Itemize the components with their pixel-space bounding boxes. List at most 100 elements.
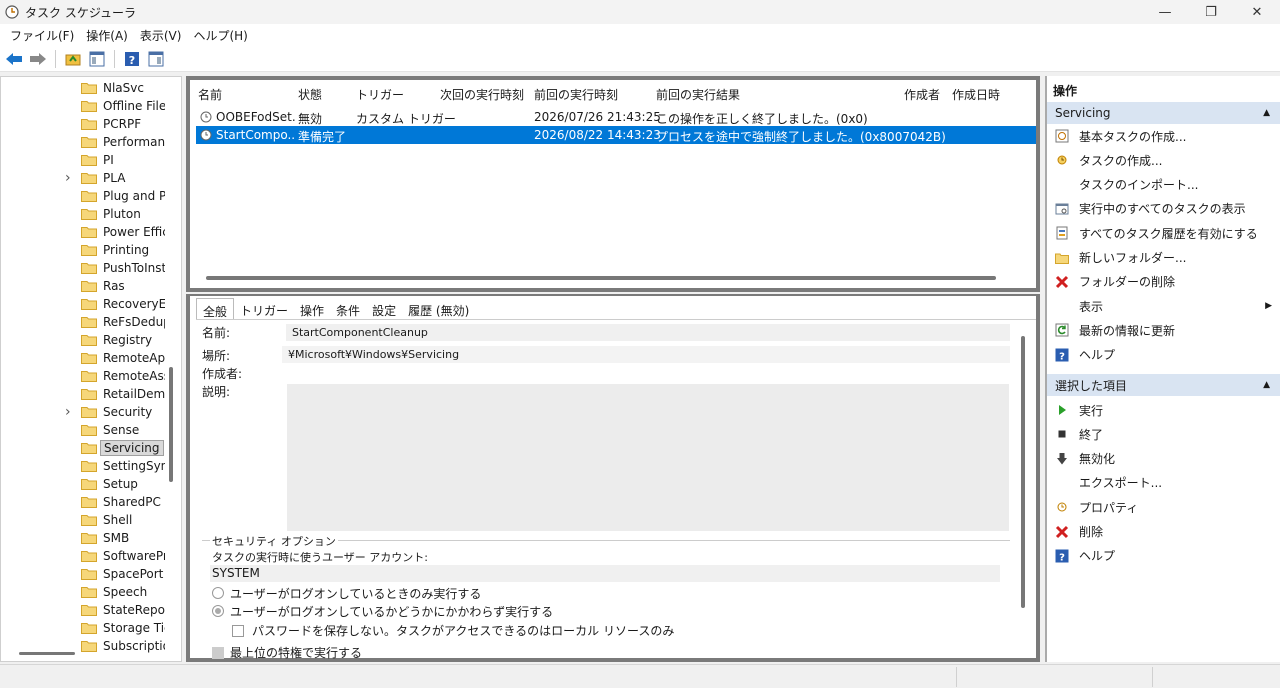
collapse-arrow-icon[interactable]: ▲ bbox=[1263, 108, 1270, 118]
tree-item[interactable]: Ras bbox=[1, 277, 173, 295]
action-item[interactable]: エクスポート... bbox=[1047, 472, 1280, 494]
tree-item-label: RecoveryEn bbox=[103, 297, 165, 311]
tree-item[interactable]: PushToInsta bbox=[1, 259, 173, 277]
tree-item[interactable]: RemoteAssi bbox=[1, 367, 173, 385]
action-item[interactable]: プロパティ bbox=[1047, 496, 1280, 518]
checkbox-no-password[interactable] bbox=[232, 625, 244, 637]
menu-view[interactable]: 表示(V) bbox=[134, 27, 188, 44]
menu-file[interactable]: ファイル(F) bbox=[4, 27, 80, 44]
back-arrow-icon[interactable] bbox=[4, 49, 24, 69]
tree-item[interactable]: Setup bbox=[1, 475, 173, 493]
tree-item[interactable]: ReFsDedup bbox=[1, 313, 173, 331]
col-last-result[interactable]: 前回の実行結果 bbox=[656, 86, 740, 103]
col-name[interactable]: 名前 bbox=[198, 86, 222, 103]
description-box[interactable] bbox=[287, 384, 1009, 531]
col-author[interactable]: 作成者 bbox=[904, 86, 940, 103]
action-item[interactable]: 実行中のすべてのタスクの表示 bbox=[1047, 198, 1280, 220]
tree-item[interactable]: SoftwarePro bbox=[1, 547, 173, 565]
folder-icon bbox=[81, 299, 97, 310]
tab-conditions[interactable]: 条件 bbox=[330, 298, 366, 320]
location-value[interactable]: ¥Microsoft¥Windows¥Servicing bbox=[282, 346, 1010, 363]
action-item[interactable]: フォルダーの削除 bbox=[1047, 271, 1280, 293]
tree-item[interactable]: PCRPF bbox=[1, 115, 173, 133]
menu-action[interactable]: 操作(A) bbox=[80, 27, 134, 44]
menu-help[interactable]: ヘルプ(H) bbox=[187, 27, 253, 44]
tree-item[interactable]: › Security bbox=[1, 403, 173, 421]
forward-arrow-icon[interactable] bbox=[28, 49, 48, 69]
tab-actions[interactable]: 操作 bbox=[294, 298, 330, 320]
action-item[interactable]: ? ヘルプ bbox=[1047, 545, 1280, 567]
action-item[interactable]: 終了 bbox=[1047, 423, 1280, 445]
col-status[interactable]: 状態 bbox=[298, 86, 322, 103]
action-item[interactable]: 実行 bbox=[1047, 399, 1280, 421]
section-title: 選択した項目 bbox=[1055, 378, 1128, 393]
action-item[interactable]: タスクの作成... bbox=[1047, 149, 1280, 171]
action-item[interactable]: タスクのインポート... bbox=[1047, 174, 1280, 196]
tree-item[interactable]: SharedPC bbox=[1, 493, 173, 511]
col-next-run[interactable]: 次回の実行時刻 bbox=[440, 86, 524, 103]
help-icon[interactable]: ? bbox=[122, 49, 142, 69]
radio-whether-logged-on[interactable] bbox=[212, 605, 224, 617]
tree-item[interactable]: SpacePort bbox=[1, 565, 173, 583]
tree-item[interactable]: Offline Files bbox=[1, 97, 173, 115]
tab-settings[interactable]: 設定 bbox=[366, 298, 402, 320]
minimize-button[interactable]: — bbox=[1142, 0, 1188, 24]
folder-up-icon[interactable] bbox=[63, 49, 83, 69]
restore-button[interactable]: ❐ bbox=[1188, 0, 1234, 24]
tree-item[interactable]: PI bbox=[1, 151, 173, 169]
tree-item[interactable]: Printing bbox=[1, 241, 173, 259]
checkbox-highest-privileges[interactable] bbox=[212, 647, 224, 659]
vertical-scrollbar[interactable] bbox=[169, 367, 173, 482]
tree-item[interactable]: Performanc bbox=[1, 133, 173, 151]
tree-item[interactable]: RemoteApp bbox=[1, 349, 173, 367]
tree-item[interactable]: Storage Tier bbox=[1, 619, 173, 637]
tab-triggers[interactable]: トリガー bbox=[234, 298, 294, 320]
tree-item[interactable]: › PLA bbox=[1, 169, 173, 187]
col-created[interactable]: 作成日時 bbox=[952, 86, 1000, 103]
tree-item[interactable]: StateReposi bbox=[1, 601, 173, 619]
action-item[interactable]: 表示 ▶ bbox=[1047, 295, 1280, 317]
tree-item[interactable]: Sense bbox=[1, 421, 173, 439]
tree-item[interactable]: Pluton bbox=[1, 205, 173, 223]
action-item[interactable]: ? ヘルプ bbox=[1047, 344, 1280, 366]
action-item[interactable]: 削除 bbox=[1047, 521, 1280, 543]
actions-section-selected-item[interactable]: 選択した項目 ▲ bbox=[1047, 374, 1280, 396]
horizontal-scrollbar[interactable] bbox=[19, 652, 75, 655]
close-button[interactable]: ✕ bbox=[1234, 0, 1280, 24]
tree-item[interactable]: Registry bbox=[1, 331, 173, 349]
horizontal-scrollbar[interactable] bbox=[206, 276, 996, 280]
tree-item[interactable]: NlaSvc bbox=[1, 79, 173, 97]
tree-item[interactable]: Shell bbox=[1, 511, 173, 529]
table-row[interactable]: StartCompo... 準備完了 2026/08/22 14:43:23 プ… bbox=[196, 126, 1036, 144]
collapse-arrow-icon[interactable]: ▲ bbox=[1263, 380, 1270, 390]
tree-item[interactable]: Servicing bbox=[1, 439, 173, 457]
tree-item[interactable]: RetailDemo bbox=[1, 385, 173, 403]
security-options-title: セキュリティ オプション bbox=[210, 533, 338, 549]
tree-item[interactable]: RecoveryEn bbox=[1, 295, 173, 313]
actions-section-servicing[interactable]: Servicing ▲ bbox=[1047, 102, 1280, 124]
history-icon bbox=[1055, 226, 1069, 240]
action-item[interactable]: 無効化 bbox=[1047, 448, 1280, 470]
action-item[interactable]: 最新の情報に更新 bbox=[1047, 319, 1280, 341]
show-hide-action-icon[interactable] bbox=[146, 49, 166, 69]
tree-item[interactable]: Plug and Pla bbox=[1, 187, 173, 205]
show-hide-tree-icon[interactable] bbox=[87, 49, 107, 69]
tab-general[interactable]: 全般 bbox=[196, 298, 235, 320]
chevron-right-icon[interactable]: › bbox=[65, 404, 75, 420]
action-item[interactable]: すべてのタスク履歴を有効にする bbox=[1047, 222, 1280, 244]
action-item-label: 削除 bbox=[1079, 525, 1104, 539]
vertical-scrollbar[interactable] bbox=[1021, 336, 1025, 608]
action-item[interactable]: 基本タスクの作成... bbox=[1047, 125, 1280, 147]
tree-item[interactable]: SettingSync bbox=[1, 457, 173, 475]
col-last-run[interactable]: 前回の実行時刻 bbox=[534, 86, 618, 103]
chevron-right-icon[interactable]: › bbox=[65, 170, 75, 186]
tree-item[interactable]: SMB bbox=[1, 529, 173, 547]
tree-item[interactable]: Speech bbox=[1, 583, 173, 601]
name-value[interactable]: StartComponentCleanup bbox=[286, 324, 1010, 341]
tree-item[interactable]: Power Efficie bbox=[1, 223, 173, 241]
col-trigger[interactable]: トリガー bbox=[356, 86, 404, 103]
tab-history[interactable]: 履歴 (無効) bbox=[402, 298, 475, 320]
table-row[interactable]: OOBEFodSet... 無効 カスタム トリガー 2026/07/26 21… bbox=[196, 108, 1036, 126]
radio-logged-on-only[interactable] bbox=[212, 587, 224, 599]
action-item[interactable]: 新しいフォルダー... bbox=[1047, 247, 1280, 269]
